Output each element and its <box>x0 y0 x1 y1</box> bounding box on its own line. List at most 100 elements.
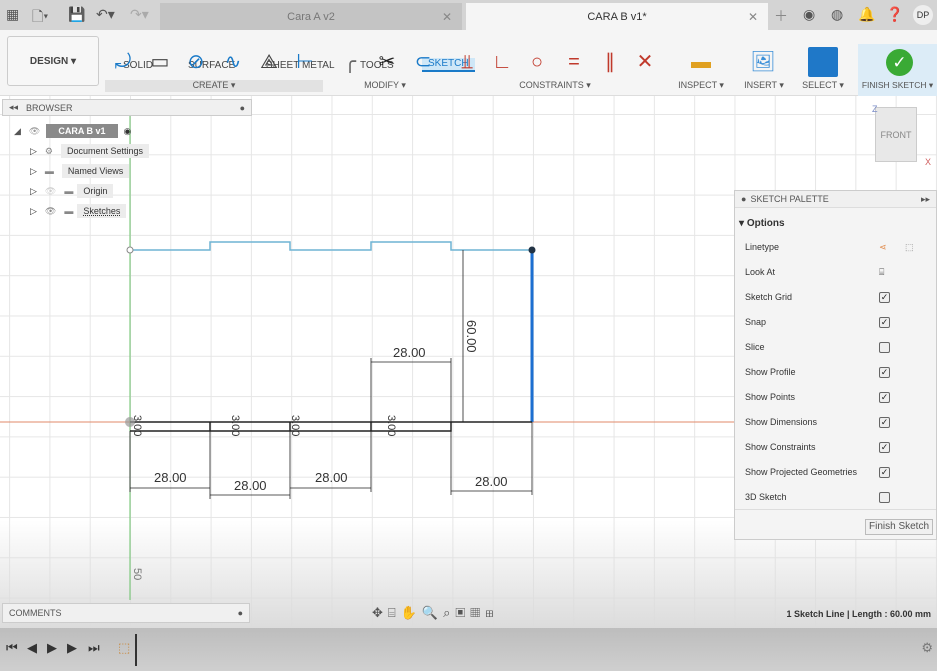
design-workspace-button[interactable]: DESIGN ▾ <box>7 36 99 86</box>
fillet-tool-icon[interactable]: ╭ <box>337 50 363 74</box>
comments-panel[interactable]: COMMENTS ● <box>2 603 250 623</box>
measure-icon[interactable]: ▬ <box>688 50 714 74</box>
display-settings-icon[interactable]: ▣ <box>455 605 470 620</box>
option-checkbox[interactable] <box>879 491 890 503</box>
pan-hand-icon[interactable]: ✋ <box>401 605 422 620</box>
redo-icon[interactable]: ↷▾ <box>130 6 149 23</box>
document-tab-cara-b[interactable]: CARA B v1* ✕ <box>466 3 768 30</box>
notifications-icon[interactable]: 🔔 <box>858 6 875 23</box>
parallel-constraint-icon[interactable]: ∥ <box>597 50 623 74</box>
browser-item-origin[interactable]: ▷ 👁 ▬ Origin <box>30 182 114 200</box>
apps-grid-icon[interactable]: ▦ <box>6 6 19 23</box>
browser-item-sketches[interactable]: ▷ 👁 ▬ Sketches <box>30 202 127 220</box>
save-icon[interactable]: 💾 <box>68 6 85 23</box>
grid-settings-icon[interactable]: ▦ <box>470 605 485 620</box>
user-avatar[interactable]: DP <box>913 5 933 25</box>
rectangle-tool-icon[interactable]: ▭ <box>147 50 173 74</box>
orbit-icon[interactable]: ✥ <box>372 605 388 620</box>
option-checkbox[interactable]: ✓ <box>879 291 890 303</box>
dimension-label: 28.00 <box>393 345 426 360</box>
document-tab-cara-a[interactable]: Cara A v2 ✕ <box>160 3 462 30</box>
eye-icon[interactable]: 👁 <box>45 206 56 217</box>
finish-sketch-button[interactable]: FINISH SKETCH ▾ <box>858 80 937 92</box>
timeline-marker[interactable] <box>135 634 137 666</box>
browser-item-document-settings[interactable]: ▷ ⚙ Document Settings <box>30 142 150 160</box>
option-checkbox[interactable]: ✓ <box>879 366 890 378</box>
fix-constraint-icon[interactable]: ⫫ <box>454 50 480 74</box>
dimension-tool-icon[interactable]: ⊢ <box>292 50 318 74</box>
modify-menu[interactable]: MODIFY ▾ <box>340 80 430 92</box>
pin-icon[interactable]: ● <box>238 608 243 618</box>
new-tab-icon[interactable]: ＋ <box>774 6 788 26</box>
perpendicular-lines-icon[interactable]: ✕ <box>632 50 658 74</box>
eye-icon[interactable]: 👁 <box>29 126 40 137</box>
collapse-icon[interactable]: ◂◂ <box>9 102 18 113</box>
close-icon[interactable]: ✕ <box>748 10 758 24</box>
expand-icon[interactable]: ◢ <box>14 126 21 137</box>
option-checkbox[interactable]: ✓ <box>879 391 890 403</box>
create-menu[interactable]: CREATE ▾ <box>105 80 323 92</box>
root-label[interactable]: CARA B v1 <box>46 124 118 138</box>
option-checkbox[interactable]: ✓ <box>879 466 890 478</box>
construction-linetype-icon[interactable]: ⋖ <box>879 242 887 253</box>
browser-header[interactable]: ◂◂ BROWSER ● <box>2 99 252 116</box>
inspect-menu[interactable]: INSPECT ▾ <box>672 80 730 92</box>
option-checkbox[interactable]: ✓ <box>879 416 890 428</box>
help-icon[interactable]: ❓ <box>886 6 903 23</box>
browser-item-named-views[interactable]: ▷ ▬ Named Views <box>30 162 130 180</box>
expand-icon[interactable]: ▷ <box>30 166 37 177</box>
close-icon[interactable]: ✕ <box>442 10 452 24</box>
equal-constraint-icon[interactable]: = <box>561 50 587 74</box>
options-section[interactable]: ▾ Options <box>739 215 924 231</box>
spline-tool-icon[interactable]: ∿ <box>220 50 246 74</box>
play-icon[interactable]: ▶ <box>47 640 57 656</box>
expand-icon[interactable]: ▷ <box>30 206 37 217</box>
option-snap: Snap ✓ <box>745 314 930 330</box>
extensions-icon[interactable]: ◉ <box>803 6 815 23</box>
timeline-settings-gear-icon[interactable]: ⚙ <box>921 640 933 656</box>
option-checkbox[interactable]: ✓ <box>879 316 890 328</box>
option-checkbox[interactable] <box>879 341 890 353</box>
fit-icon[interactable]: ⌕ <box>443 605 455 620</box>
select-icon[interactable] <box>808 47 838 77</box>
mirror-tool-icon[interactable]: ⟁ <box>256 50 282 74</box>
zoom-icon[interactable]: 🔍 <box>422 605 443 620</box>
expand-icon[interactable]: ▷ <box>30 186 37 197</box>
eye-hidden-icon[interactable]: 👁 <box>45 186 56 197</box>
go-to-start-icon[interactable]: ⏮ <box>6 640 18 656</box>
constraints-menu[interactable]: CONSTRAINTS ▾ <box>500 80 610 92</box>
job-status-icon[interactable]: ◍ <box>831 6 843 23</box>
pin-icon[interactable]: ● <box>741 194 746 204</box>
insert-image-icon[interactable]: 🖼 <box>750 50 776 74</box>
viewcube-face-label[interactable]: FRONT <box>881 130 912 140</box>
viewports-icon[interactable]: ⊞ <box>485 605 498 620</box>
go-to-end-icon[interactable]: ⏭ <box>88 640 100 656</box>
file-menu-icon[interactable]: 🗋▾ <box>32 6 48 30</box>
option-checkbox[interactable]: ✓ <box>879 441 890 453</box>
dimension-lines <box>129 250 533 499</box>
line-tool-icon[interactable]: ⤾ <box>110 50 136 74</box>
look-at-icon[interactable]: ⌸ <box>879 267 884 278</box>
browser-root[interactable]: ◢ 👁 CARA B v1 ◉ <box>14 122 131 140</box>
collapse-icon[interactable]: ▸▸ <box>921 194 930 205</box>
expand-icon[interactable]: ▷ <box>30 146 37 157</box>
offset-tool-icon[interactable]: ⊂ <box>410 50 436 74</box>
viewcube[interactable]: FRONT <box>875 107 917 162</box>
tangent-constraint-icon[interactable]: ○ <box>524 50 550 74</box>
look-at-icon[interactable]: ⌸ <box>388 605 401 620</box>
pin-icon[interactable]: ● <box>240 103 245 113</box>
trim-scissors-icon[interactable]: ✂ <box>374 50 400 74</box>
step-forward-icon[interactable]: ▶ <box>67 640 77 656</box>
perpendicular-constraint-icon[interactable]: ∟ <box>489 50 515 74</box>
circle-tool-icon[interactable]: ⊘ <box>183 50 209 74</box>
finish-sketch-palette-button[interactable]: Finish Sketch <box>865 519 933 535</box>
sketch-feature-icon[interactable]: ⬚ <box>118 640 130 656</box>
palette-header[interactable]: ● SKETCH PALETTE ▸▸ <box>735 191 936 208</box>
undo-icon[interactable]: ↶▾ <box>96 6 115 23</box>
finish-sketch-check-icon[interactable]: ✓ <box>886 49 913 76</box>
activate-radio-icon[interactable]: ◉ <box>124 126 132 137</box>
centerline-linetype-icon[interactable]: ⬚ <box>905 242 914 253</box>
insert-menu[interactable]: INSERT ▾ <box>740 80 788 92</box>
step-back-icon[interactable]: ◀ <box>27 640 37 656</box>
select-menu[interactable]: SELECT ▾ <box>796 80 850 92</box>
